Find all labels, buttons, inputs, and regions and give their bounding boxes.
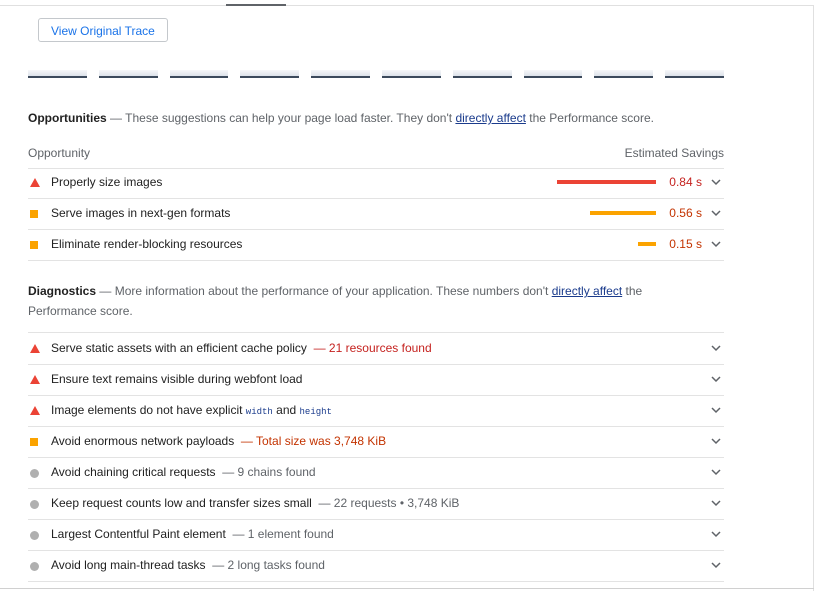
opportunity-row[interactable]: Eliminate render-blocking resources 0.15 …	[28, 229, 724, 261]
opportunity-title: Serve images in next-gen formats	[51, 206, 231, 220]
diagnostic-title: Avoid chaining critical requests — 9 cha…	[51, 465, 316, 479]
top-divider	[0, 5, 814, 6]
average-square-icon	[30, 210, 38, 218]
chevron-down-icon[interactable]	[710, 342, 722, 354]
savings-value: 0.84 s	[669, 175, 702, 189]
diagnostic-row[interactable]: Largest Contentful Paint element — 1 ele…	[28, 519, 724, 551]
savings-bar	[638, 242, 656, 246]
opportunities-description-end: the Performance score.	[529, 111, 654, 125]
info-circle-icon	[30, 469, 39, 478]
diagnostic-title: Largest Contentful Paint element — 1 ele…	[51, 527, 334, 541]
diagnostic-detail: — 9 chains found	[222, 465, 316, 479]
diagnostics-directly-affect-link[interactable]: directly affect	[552, 284, 622, 298]
active-tab-indicator	[226, 4, 286, 6]
filmstrip-frame	[523, 70, 583, 78]
bottom-divider	[0, 588, 814, 589]
opportunities-description: These suggestions can help your page loa…	[125, 111, 453, 125]
filmstrip-frame	[28, 70, 87, 78]
diagnostic-title: Image elements do not have explicit widt…	[51, 403, 332, 417]
opportunity-row[interactable]: Serve images in next-gen formats 0.56 s	[28, 198, 724, 230]
diagnostic-row[interactable]: Avoid long main-thread tasks — 2 long ta…	[28, 550, 724, 582]
diagnostics-description-end: the	[625, 284, 643, 298]
opportunities-directly-affect-link[interactable]: directly affect	[455, 111, 525, 125]
fail-triangle-icon	[30, 344, 40, 353]
code-width: width	[245, 407, 273, 417]
diagnostic-title: Avoid long main-thread tasks — 2 long ta…	[51, 558, 325, 572]
filmstrip-frame	[240, 70, 300, 78]
filmstrip-frame	[169, 70, 229, 78]
diagnostic-title: Ensure text remains visible during webfo…	[51, 372, 302, 386]
diagnostic-label: Avoid enormous network payloads	[51, 434, 235, 448]
diagnostic-row[interactable]: Avoid enormous network payloads — Total …	[28, 426, 724, 458]
chevron-down-icon[interactable]	[710, 466, 722, 478]
chevron-down-icon[interactable]	[710, 176, 722, 188]
opportunity-title: Eliminate render-blocking resources	[51, 237, 243, 251]
diagnostics-header: Diagnostics — More information about the…	[28, 281, 718, 321]
average-square-icon	[30, 241, 38, 249]
chevron-down-icon[interactable]	[710, 497, 722, 509]
diagnostic-detail: — Total size was 3,748 KiB	[240, 434, 387, 448]
savings-value: 0.15 s	[669, 237, 702, 251]
opportunity-row[interactable]: Properly size images 0.84 s	[28, 167, 724, 199]
diagnostics-title: Diagnostics	[28, 284, 97, 298]
estimated-savings-column-header: Estimated Savings	[624, 146, 724, 160]
code-height: height	[299, 407, 332, 417]
diagnostic-row[interactable]: Avoid chaining critical requests — 9 cha…	[28, 457, 724, 489]
info-circle-icon	[30, 562, 39, 571]
diagnostics-description-line2: Performance score.	[28, 304, 133, 318]
filmstrip-frame	[594, 70, 654, 78]
chevron-down-icon[interactable]	[710, 404, 722, 416]
filmstrip-frame	[311, 70, 370, 78]
diagnostic-row[interactable]: Ensure text remains visible during webfo…	[28, 364, 724, 396]
diagnostic-detail: — 1 element found	[232, 527, 334, 541]
diagnostic-title: Avoid enormous network payloads — Total …	[51, 434, 386, 448]
opportunities-header: Opportunities — These suggestions can he…	[28, 108, 718, 128]
diagnostic-detail: — 22 requests • 3,748 KiB	[318, 496, 460, 510]
diagnostic-row[interactable]: Image elements do not have explicit widt…	[28, 395, 724, 427]
opportunities-table-header: Opportunity Estimated Savings	[28, 144, 724, 169]
chevron-down-icon[interactable]	[710, 559, 722, 571]
diagnostic-detail: — 2 long tasks found	[212, 558, 325, 572]
chevron-down-icon[interactable]	[710, 435, 722, 447]
diagnostic-title: Serve static assets with an efficient ca…	[51, 341, 432, 355]
diagnostic-row[interactable]: Serve static assets with an efficient ca…	[28, 333, 724, 365]
chevron-down-icon[interactable]	[710, 373, 722, 385]
diagnostic-label: Largest Contentful Paint element	[51, 527, 226, 541]
average-square-icon	[30, 438, 38, 446]
filmstrip-frame	[98, 70, 158, 78]
diagnostic-row[interactable]: Keep request counts low and transfer siz…	[28, 488, 724, 520]
diagnostic-label: Keep request counts low and transfer siz…	[51, 496, 312, 510]
chevron-down-icon[interactable]	[710, 528, 722, 540]
chevron-down-icon[interactable]	[710, 207, 722, 219]
fail-triangle-icon	[30, 406, 40, 415]
opportunity-title: Properly size images	[51, 175, 163, 189]
fail-triangle-icon	[30, 375, 40, 384]
info-circle-icon	[30, 500, 39, 509]
filmstrip-frame	[665, 70, 724, 78]
fail-triangle-icon	[30, 178, 40, 187]
diagnostic-detail: — 21 resources found	[313, 341, 432, 355]
diagnostic-label: Image elements do not have explicit	[51, 403, 243, 417]
filmstrip-frame	[452, 70, 512, 78]
info-circle-icon	[30, 531, 39, 540]
chevron-down-icon[interactable]	[710, 238, 722, 250]
diagnostic-label: Ensure text remains visible during webfo…	[51, 372, 303, 386]
opportunities-title: Opportunities	[28, 111, 107, 125]
savings-bar	[590, 211, 656, 215]
diagnostic-label: Serve static assets with an efficient ca…	[51, 341, 307, 355]
diagnostics-description: More information about the performance o…	[114, 284, 549, 298]
opportunities-dash: —	[110, 111, 123, 125]
code-and: and	[276, 403, 297, 417]
diagnostics-dash: —	[99, 284, 112, 298]
filmstrip-frame	[381, 70, 441, 78]
savings-value: 0.56 s	[669, 206, 702, 220]
filmstrip	[28, 70, 724, 78]
diagnostic-label: Avoid chaining critical requests	[51, 465, 216, 479]
savings-bar	[557, 180, 656, 184]
opportunity-column-header: Opportunity	[28, 146, 91, 160]
diagnostic-label: Avoid long main-thread tasks	[51, 558, 206, 572]
view-original-trace-button[interactable]: View Original Trace	[38, 18, 168, 42]
diagnostic-title: Keep request counts low and transfer siz…	[51, 496, 459, 510]
